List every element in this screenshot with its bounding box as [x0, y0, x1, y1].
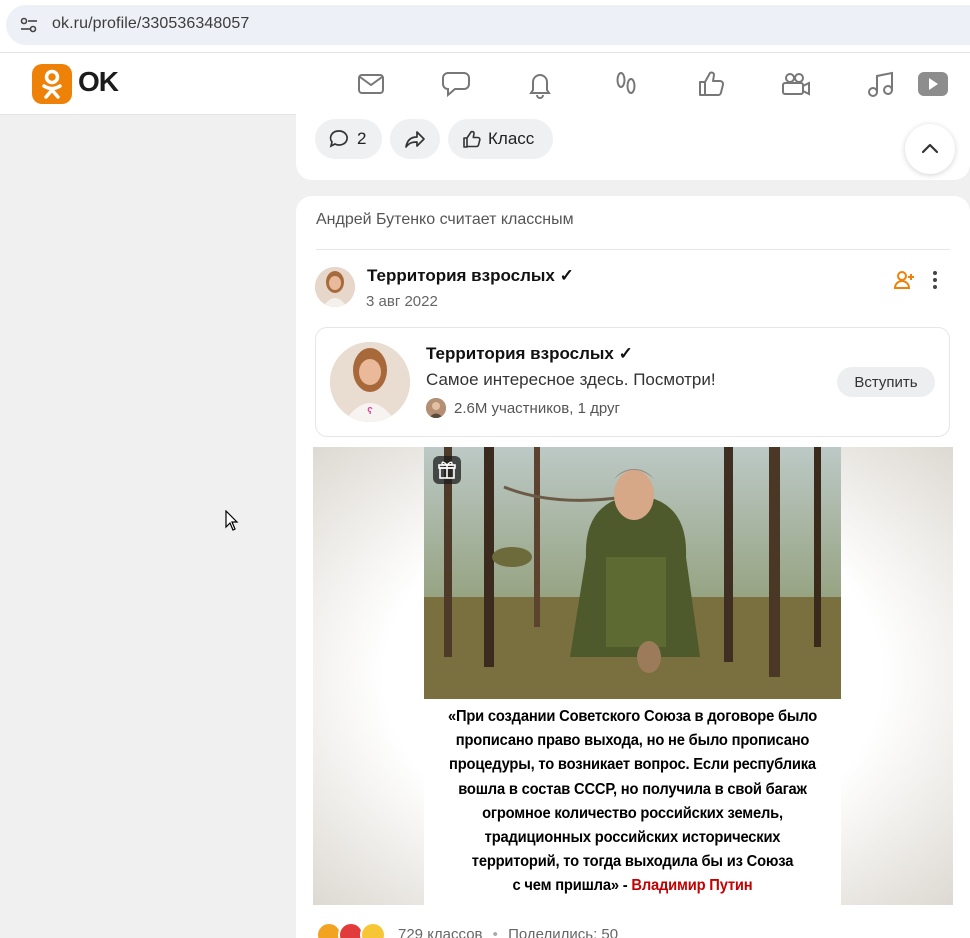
scroll-to-top-button[interactable] [905, 124, 955, 174]
gift-icon[interactable] [433, 456, 461, 484]
quote-line: процедуры, то возникает вопрос. Если рес… [449, 756, 816, 774]
stats-separator: • [492, 926, 498, 938]
group-members-count: 2.6M участников, 1 друг [454, 400, 620, 417]
more-options-icon[interactable] [928, 270, 942, 290]
browser-address-bar: ok.ru/profile/330536348057 [0, 0, 970, 53]
comment-icon [329, 130, 348, 148]
quote-author: Владимир Путин [631, 877, 753, 895]
post-author-name[interactable]: Территория взрослых ✓ [367, 266, 574, 286]
video-calls-icon[interactable] [779, 67, 813, 101]
logo-text[interactable]: OK [78, 66, 119, 98]
share-button[interactable] [390, 119, 440, 159]
divider [316, 249, 950, 250]
comments-count: 2 [357, 129, 367, 148]
mail-icon[interactable] [354, 67, 388, 101]
image-quote-text: «При создании Советского Союза в договор… [441, 705, 825, 899]
quote-line: «При создании Советского Союза в договор… [447, 708, 818, 725]
url-field[interactable]: ok.ru/profile/330536348057 [6, 5, 970, 45]
add-friend-icon[interactable] [893, 270, 915, 290]
post-date: 3 авг 2022 [366, 293, 438, 310]
quote-line: огромное количество российских земель, [482, 804, 783, 822]
like-button[interactable]: Класс [448, 119, 553, 159]
likes-count[interactable]: 729 классов [398, 926, 483, 938]
shares-count[interactable]: Поделились: 50 [508, 926, 618, 938]
post-image[interactable]: «При создании Советского Союза в договор… [313, 447, 953, 905]
ok-logo-icon[interactable] [32, 64, 72, 104]
post-action-text: Андрей Бутенко считает классным [316, 211, 574, 228]
mouse-cursor-icon [225, 509, 239, 532]
chevron-up-icon [921, 143, 939, 154]
guests-icon[interactable] [609, 67, 643, 101]
author-avatar[interactable] [315, 267, 355, 307]
music-icon[interactable] [864, 67, 898, 101]
notifications-icon[interactable] [523, 67, 557, 101]
friend-avatar [426, 398, 446, 418]
post-photo: «При создании Советского Союза в договор… [424, 447, 841, 905]
quote-last-line: с чем пришла» - Владимир Путин [441, 874, 825, 898]
site-info-icon[interactable] [20, 17, 38, 33]
join-group-button[interactable]: Вступить [837, 367, 935, 397]
video-icon[interactable] [915, 67, 949, 101]
share-icon [405, 131, 425, 148]
group-description: Самое интересное здесь. Посмотри! [426, 370, 716, 389]
group-card[interactable]: ʕ Территория взрослых ✓ Самое интересное… [315, 327, 950, 437]
photo-scene [424, 447, 841, 699]
quote-line: с чем пришла» - [512, 877, 628, 895]
post-stats: 729 классов • Поделились: 50 [398, 926, 618, 938]
quote-line: территорий, то тогда выходила бы из Союз… [471, 853, 794, 871]
quote-line: традиционных российских исторических [484, 829, 781, 847]
url-text: ok.ru/profile/330536348057 [52, 15, 250, 32]
group-title[interactable]: Территория взрослых ✓ [426, 344, 633, 364]
quote-line: вошла в состав СССР, но получила в свой … [458, 780, 807, 798]
group-avatar[interactable]: ʕ [330, 342, 410, 422]
svg-text:ʕ: ʕ [367, 406, 373, 417]
like-icon [463, 130, 481, 148]
discussions-icon[interactable] [439, 67, 473, 101]
like-label: Класс [488, 129, 535, 148]
quote-line: прописано право выхода, но не было пропи… [455, 732, 810, 750]
likes-icon[interactable] [694, 67, 728, 101]
previous-post-card: 2 Класс [296, 100, 970, 180]
comments-button[interactable]: 2 [315, 119, 382, 159]
